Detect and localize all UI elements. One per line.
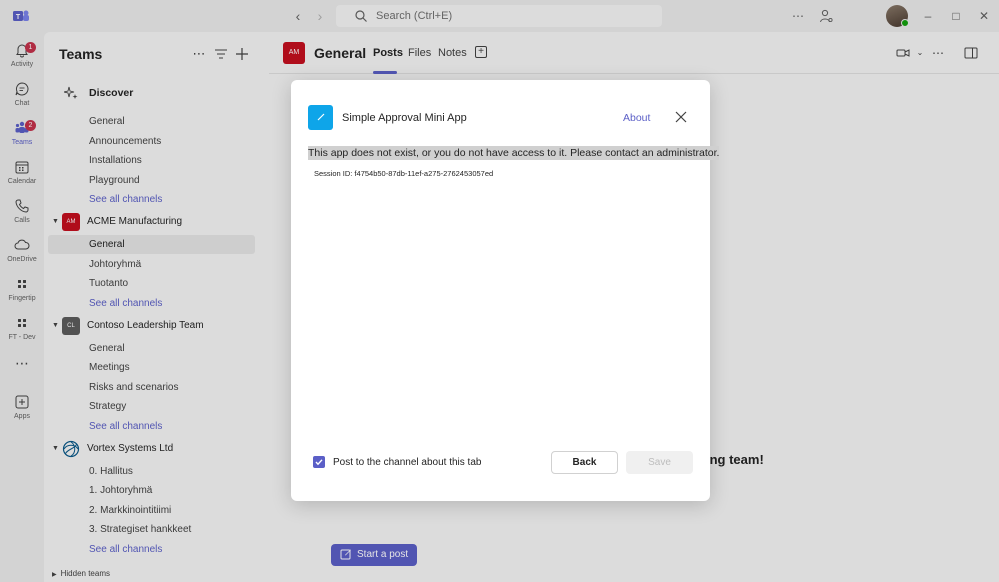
app-config-dialog: Simple Approval Mini App About This app …	[291, 80, 710, 501]
about-link[interactable]: About	[623, 112, 650, 124]
app-icon	[308, 105, 333, 130]
save-button[interactable]: Save	[626, 451, 693, 474]
error-message: This app does not exist, or you do not h…	[308, 146, 719, 160]
post-to-channel-label[interactable]: Post to the channel about this tab	[333, 457, 481, 468]
close-icon[interactable]	[675, 111, 687, 123]
pencil-icon	[316, 112, 326, 122]
back-button[interactable]: Back	[551, 451, 618, 474]
post-to-channel-checkbox[interactable]	[313, 456, 325, 468]
checkmark-icon	[314, 457, 324, 467]
session-id: Session ID: f4754b50-87db-11ef-a275-2762…	[314, 169, 493, 178]
dialog-title: Simple Approval Mini App	[342, 112, 467, 124]
